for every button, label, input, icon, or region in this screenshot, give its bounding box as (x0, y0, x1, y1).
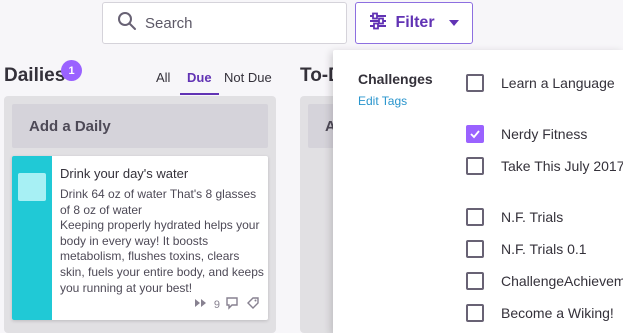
task-color-bar (12, 156, 52, 320)
filter-label: Filter (395, 14, 435, 31)
option-checkbox[interactable] (466, 157, 484, 175)
add-daily-input[interactable]: Add a Daily (12, 104, 268, 148)
tab-due[interactable]: Due (180, 70, 219, 95)
check-icon (470, 130, 480, 139)
option-checkbox[interactable] (466, 240, 484, 258)
top-bar: Filter (0, 0, 623, 50)
option-label: Take This July 2017 (501, 158, 623, 174)
filter-button[interactable]: Filter (355, 2, 473, 44)
challenge-option[interactable]: N.F. Trials 0.1 (466, 240, 623, 259)
challenge-option[interactable]: Nerdy Fitness (466, 125, 623, 144)
option-checkbox[interactable] (466, 304, 484, 322)
option-checkbox[interactable] (466, 272, 484, 290)
option-label: ChallengeAchievement (501, 273, 623, 289)
caret-down-icon (448, 20, 459, 26)
daily-task-card[interactable]: Drink your day's water Drink 64 oz of wa… (12, 156, 268, 320)
challenge-option[interactable]: Become a Wiking! (466, 304, 623, 323)
task-meta: 9 (194, 296, 260, 313)
dailies-title: Dailies (4, 65, 66, 86)
option-label: Learn a Language (501, 75, 615, 91)
challenges-heading: Challenges (358, 71, 433, 87)
dailies-badge: 1 (61, 60, 82, 81)
option-label: Become a Wiking! (501, 305, 614, 321)
filter-dropdown: Challenges Edit Tags Learn a Language Ne… (333, 50, 623, 333)
search-input[interactable] (145, 14, 335, 32)
tab-not-due[interactable]: Not Due (224, 70, 272, 93)
option-label: N.F. Trials (501, 209, 564, 225)
challenge-icon (226, 296, 240, 313)
search-icon (117, 11, 137, 36)
edit-tags-link[interactable]: Edit Tags (358, 94, 407, 108)
challenge-option[interactable]: Learn a Language (466, 74, 623, 93)
tag-icon (246, 296, 260, 313)
option-checkbox-checked[interactable] (466, 125, 484, 143)
option-label: N.F. Trials 0.1 (501, 241, 587, 257)
streak-count: 9 (213, 298, 220, 311)
option-label: Nerdy Fitness (501, 126, 588, 142)
challenge-option[interactable]: Take This July 2017 (466, 157, 623, 176)
search-box[interactable] (102, 2, 347, 44)
task-checkbox[interactable] (18, 173, 46, 201)
option-checkbox[interactable] (466, 74, 484, 92)
task-title: Drink your day's water (60, 166, 189, 181)
option-checkbox[interactable] (466, 208, 484, 226)
streak-icon (194, 296, 208, 313)
sliders-icon (369, 12, 387, 35)
challenge-option[interactable]: ChallengeAchievement (466, 272, 623, 291)
tab-all[interactable]: All (156, 70, 170, 93)
task-notes: Drink 64 oz of water That's 8 glasses of… (60, 187, 264, 295)
challenge-option[interactable]: N.F. Trials (466, 208, 623, 227)
